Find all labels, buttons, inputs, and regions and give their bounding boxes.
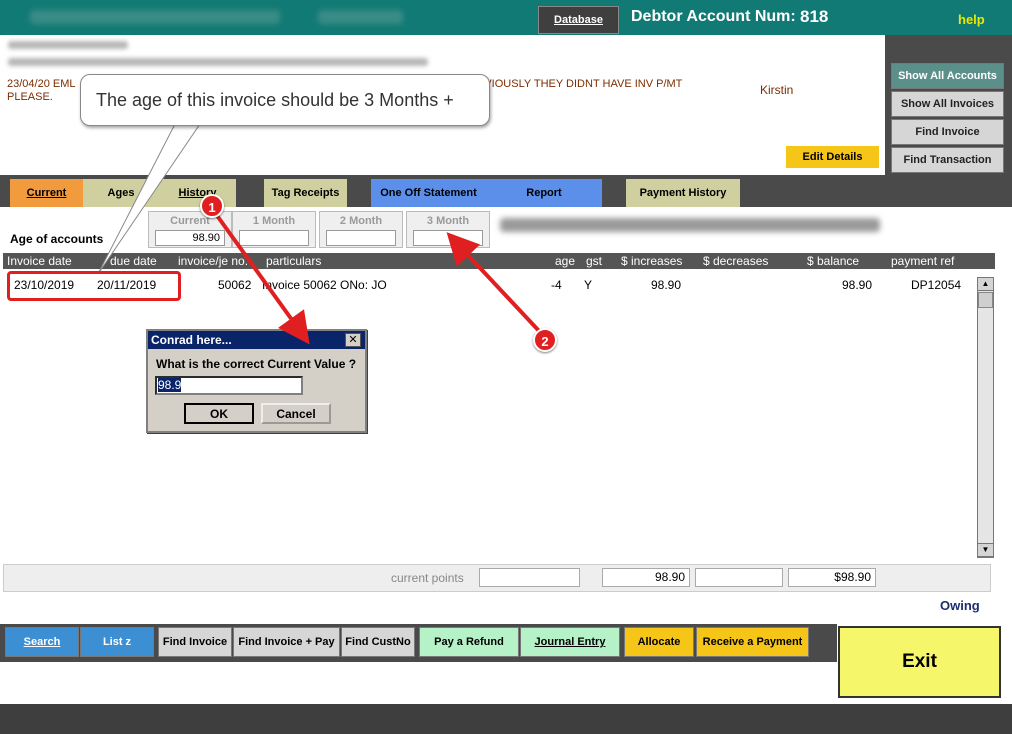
find-transaction-button[interactable]: Find Transaction [891,147,1004,173]
cell-balance: 98.90 [842,278,873,292]
cell-invoice-no: 50062 [218,278,252,292]
age-bucket-3-month: 3 Month [406,211,490,248]
scrollbar-thumb[interactable] [978,292,993,308]
find-custno-button[interactable]: Find CustNo [341,627,415,657]
redacted-email-line [8,58,428,66]
account-note-continued: BVIOUSLY THEY DIDNT HAVE INV P/MT [477,78,683,90]
redacted-customer-heading [500,218,880,232]
age-bucket-value[interactable] [413,230,483,246]
age-bucket-1-month: 1 Month [232,211,316,248]
cell-increases: 98.90 [651,278,682,292]
age-bucket-value[interactable] [239,230,309,246]
column-header: payment ref [891,254,955,268]
find-invoice-pay-button[interactable]: Find Invoice + Pay [233,627,340,657]
tab-tag-receipts[interactable]: Tag Receipts [264,179,347,207]
database-button[interactable]: Database [538,6,619,34]
pay-refund-button[interactable]: Pay a Refund [419,627,519,657]
account-note-line2: PLEASE. [7,91,53,103]
show-all-invoices-button[interactable]: Show All Invoices [891,91,1004,117]
current-value-input[interactable]: 98.9 [155,376,303,395]
tab-ages[interactable]: Ages [83,179,159,207]
step-badge-2: 2 [533,328,557,352]
column-header: due date [110,254,157,268]
age-bucket-value[interactable]: 98.90 [155,230,225,246]
column-header: Invoice date [7,254,72,268]
cancel-button[interactable]: Cancel [261,403,331,424]
redacted-location [318,10,403,24]
cell-payment-ref: DP12054 [911,278,962,292]
column-header: age [555,254,576,268]
step-badge-1: 1 [200,194,224,218]
tab-report[interactable]: Report [486,179,602,207]
annotation-callout: The age of this invoice should be 3 Mont… [80,74,490,126]
journal-entry-button[interactable]: Journal Entry [520,627,620,657]
current-points-field [479,568,580,587]
tab-one-off-statement[interactable]: One Off Statement [371,179,486,207]
age-bucket-value[interactable] [326,230,396,246]
cell-particulars: Invoice 50062 ONo: JO [262,278,387,292]
age-bucket-label: 1 Month [252,215,296,227]
age-of-accounts-label: Age of accounts [10,232,104,246]
exit-button[interactable]: Exit [838,626,1001,698]
find-invoice-button[interactable]: Find Invoice [891,119,1004,145]
current-value-text: 98.9 [158,378,182,392]
help-link[interactable]: help [958,12,985,27]
tab-payment-history[interactable]: Payment History [626,179,740,207]
scroll-up-arrow-icon[interactable]: ▲ [977,277,994,291]
owing-label: Owing [940,598,980,613]
column-header: $ balance [807,254,860,268]
account-number-label: Debtor Account Num: [631,8,796,25]
bottom-status-strip [0,704,1012,734]
cell-age: -4 [551,278,562,292]
transactions-table-header: Invoice date due date invoice/je no. par… [3,253,995,269]
top-bar [0,0,1012,35]
allocate-button[interactable]: Allocate [624,627,694,657]
search-button[interactable]: Search [5,627,79,657]
total-decreases-field [695,568,783,587]
age-bucket-label: 3 Month [426,215,470,227]
column-header: particulars [266,254,322,268]
tab-current[interactable]: Current [10,179,83,207]
column-header: invoice/je no. [178,254,249,268]
column-header: $ decreases [703,254,769,268]
dialog-title: Conrad here... [148,331,365,349]
age-bucket-2-month: 2 Month [319,211,403,248]
list-button[interactable]: List z [80,627,154,657]
tab-history[interactable]: History [159,179,236,207]
age-bucket-label: Current [170,215,210,227]
scroll-down-arrow-icon[interactable]: ▼ [977,543,994,557]
account-number-value: 818 [800,7,829,26]
close-icon[interactable]: ✕ [345,333,361,347]
total-balance-field: $98.90 [788,568,876,587]
ok-button[interactable]: OK [184,403,254,424]
current-points-label: current points [391,571,464,585]
staff-name: Kirstin [760,83,794,97]
dialog-question: What is the correct Current Value ? [156,357,357,371]
show-all-accounts-button[interactable]: Show All Accounts [891,63,1004,89]
redacted-contact-line [8,41,128,49]
redacted-customer-name [30,10,280,24]
find-invoice-bottom-button[interactable]: Find Invoice [158,627,232,657]
edit-details-button[interactable]: Edit Details [786,146,879,168]
column-header: $ increases [621,254,683,268]
cell-gst: Y [584,278,593,292]
age-bucket-label: 2 Month [339,215,383,227]
total-increases-field: 98.90 [602,568,690,587]
vertical-scrollbar[interactable] [977,277,994,558]
highlight-box [7,271,181,301]
receive-payment-button[interactable]: Receive a Payment [696,627,809,657]
column-header: gst [586,254,603,268]
age-bucket-current: Current 98.90 [148,211,232,248]
